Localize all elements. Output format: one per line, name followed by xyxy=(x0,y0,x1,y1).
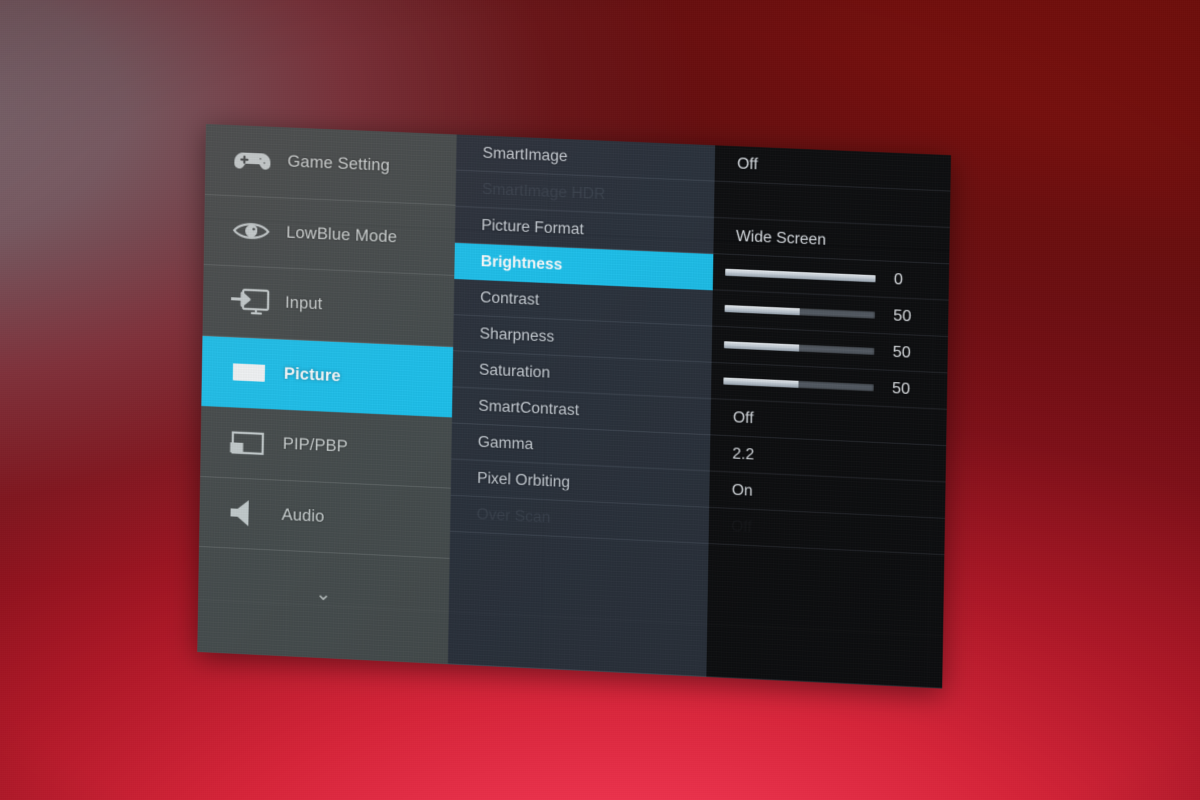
sidebar-item-label: PIP/PBP xyxy=(282,434,348,457)
option-label: SmartContrast xyxy=(478,397,580,419)
values-empty-space xyxy=(706,544,945,689)
option-label: Gamma xyxy=(477,433,534,453)
sharpness-value: 50 xyxy=(892,343,911,362)
saturation-value: 50 xyxy=(891,379,911,398)
sidebar-item-label: Game Setting xyxy=(287,152,391,176)
gamepad-icon xyxy=(231,143,274,179)
sidebar-item-picture[interactable]: Picture xyxy=(201,335,454,418)
monitor-screen: Game Setting LowBlue Mode Input Picture … xyxy=(0,0,1200,800)
value-text: Off xyxy=(731,517,752,536)
sidebar-item-lowblue-mode[interactable]: LowBlue Mode xyxy=(203,194,456,276)
option-label: Pixel Orbiting xyxy=(477,469,571,491)
sharpness-fill xyxy=(723,341,800,352)
option-label: Contrast xyxy=(480,288,540,309)
option-label: Saturation xyxy=(478,360,551,382)
value-text: 2.2 xyxy=(732,444,755,464)
osd-menu-panel: Game Setting LowBlue Mode Input Picture … xyxy=(197,124,951,689)
saturation-track[interactable] xyxy=(723,377,874,392)
osd-values-column: Off Wide Screen 0 50 50 50 Off 2.2 On Of… xyxy=(706,145,951,689)
pip-pbp-icon xyxy=(226,425,269,461)
value-text: On xyxy=(731,481,753,500)
sidebar-item-input[interactable]: Input xyxy=(202,264,455,347)
sidebar-item-game-setting[interactable]: Game Setting xyxy=(204,124,457,206)
sidebar-item-pip-pbp[interactable]: PIP/PBP xyxy=(200,405,452,489)
input-monitor-icon xyxy=(229,284,272,320)
option-label: Sharpness xyxy=(479,324,555,346)
sharpness-track[interactable] xyxy=(723,341,875,355)
sidebar-item-label: Input xyxy=(284,293,323,314)
saturation-fill xyxy=(723,377,799,388)
contrast-value: 50 xyxy=(893,306,912,325)
picture-icon xyxy=(228,354,271,390)
brightness-fill xyxy=(725,268,876,283)
options-empty-space xyxy=(447,531,709,677)
value-text: Off xyxy=(732,408,754,427)
option-label: SmartImage HDR xyxy=(481,180,606,203)
sidebar-scroll-more[interactable]: ⌄ xyxy=(197,547,449,664)
contrast-fill xyxy=(724,304,800,316)
sidebar-item-label: LowBlue Mode xyxy=(286,223,398,247)
osd-category-sidebar: Game Setting LowBlue Mode Input Picture … xyxy=(197,124,457,665)
option-label: Over Scan xyxy=(476,505,551,526)
value-text: Wide Screen xyxy=(735,227,827,249)
speaker-icon xyxy=(225,495,268,531)
contrast-track[interactable] xyxy=(724,304,875,319)
brightness-value: 0 xyxy=(893,270,904,289)
option-label: Picture Format xyxy=(481,216,584,238)
sidebar-item-label: Audio xyxy=(281,505,325,526)
chevron-down-icon: ⌄ xyxy=(315,583,332,606)
value-text: Off xyxy=(737,154,758,173)
option-label: Brightness xyxy=(480,252,563,274)
sidebar-item-label: Picture xyxy=(283,364,341,386)
osd-options-column: SmartImage SmartImage HDR Picture Format… xyxy=(447,134,716,677)
option-label: SmartImage xyxy=(482,144,568,165)
eye-icon xyxy=(230,213,273,249)
sidebar-item-audio[interactable]: Audio xyxy=(198,476,451,559)
brightness-track[interactable] xyxy=(725,268,876,283)
